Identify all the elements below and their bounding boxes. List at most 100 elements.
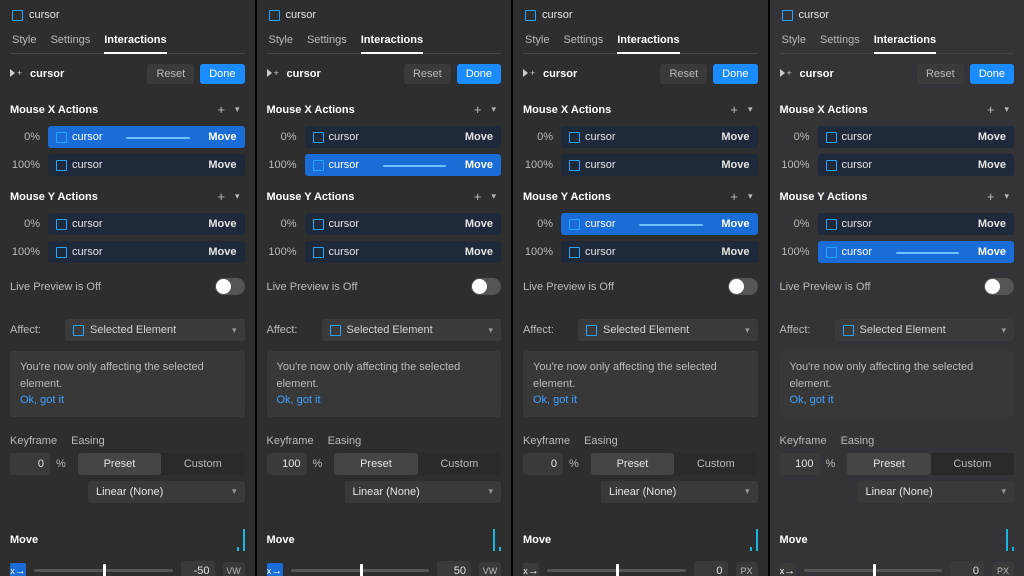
easing-segment[interactable]: PresetCustom: [591, 453, 758, 475]
axis-x-icon[interactable]: x→: [267, 563, 283, 576]
easing-segment[interactable]: PresetCustom: [78, 453, 245, 475]
action-item[interactable]: cursorMove: [48, 154, 245, 176]
keyframe-input[interactable]: 0: [10, 453, 50, 475]
tab-style[interactable]: Style: [525, 28, 549, 53]
chevron-down-icon[interactable]: ▾: [999, 191, 1014, 202]
axis-x-value[interactable]: -50: [181, 561, 215, 576]
done-button[interactable]: Done: [457, 64, 501, 84]
keyframe-percent[interactable]: 100%: [523, 246, 553, 258]
reset-button[interactable]: Reset: [660, 64, 707, 84]
tab-style[interactable]: Style: [269, 28, 293, 53]
axis-x-unit[interactable]: PX: [992, 562, 1014, 576]
preset-option[interactable]: Preset: [78, 453, 161, 475]
affect-select[interactable]: Selected Element▾: [578, 319, 758, 341]
keyframe-percent[interactable]: 0%: [780, 218, 810, 230]
preset-option[interactable]: Preset: [847, 453, 930, 475]
keyframe-input[interactable]: 100: [267, 453, 307, 475]
tab-style[interactable]: Style: [12, 28, 36, 53]
live-preview-toggle[interactable]: [984, 278, 1014, 295]
tab-interactions[interactable]: Interactions: [617, 28, 679, 54]
tab-settings[interactable]: Settings: [820, 28, 860, 53]
keyframe-percent[interactable]: 100%: [267, 246, 297, 258]
axis-x-unit[interactable]: VW: [479, 562, 501, 576]
action-item[interactable]: cursorMove: [305, 241, 502, 263]
custom-option[interactable]: Custom: [161, 453, 244, 475]
dismiss-note-link[interactable]: Ok, got it: [20, 394, 64, 406]
chevron-down-icon[interactable]: ▾: [230, 191, 245, 202]
action-item[interactable]: cursorMove: [561, 213, 758, 235]
keyframe-percent[interactable]: 100%: [523, 159, 553, 171]
axis-x-icon[interactable]: x→: [10, 563, 26, 576]
axis-x-value[interactable]: 0: [950, 561, 984, 576]
live-preview-toggle[interactable]: [215, 278, 245, 295]
axis-x-icon[interactable]: x→: [523, 563, 539, 576]
keyframe-input[interactable]: 100: [780, 453, 820, 475]
easing-segment[interactable]: PresetCustom: [847, 453, 1014, 475]
done-button[interactable]: Done: [970, 64, 1014, 84]
axis-x-unit[interactable]: PX: [736, 562, 758, 576]
preset-option[interactable]: Preset: [591, 453, 674, 475]
live-preview-toggle[interactable]: [728, 278, 758, 295]
tab-interactions[interactable]: Interactions: [874, 28, 936, 54]
add-action-icon[interactable]: +: [212, 189, 230, 204]
add-action-icon[interactable]: +: [212, 102, 230, 117]
keyframe-percent[interactable]: 0%: [10, 131, 40, 143]
add-action-icon[interactable]: +: [725, 189, 743, 204]
keyframe-percent[interactable]: 100%: [267, 159, 297, 171]
easing-segment[interactable]: PresetCustom: [334, 453, 501, 475]
keyframe-percent[interactable]: 100%: [780, 159, 810, 171]
chevron-down-icon[interactable]: ▾: [486, 191, 501, 202]
custom-option[interactable]: Custom: [674, 453, 757, 475]
axis-x-unit[interactable]: VW: [223, 562, 245, 576]
keyframe-percent[interactable]: 100%: [10, 159, 40, 171]
axis-x-slider[interactable]: [547, 569, 686, 572]
easing-select[interactable]: Linear (None)▾: [345, 481, 502, 503]
action-item[interactable]: cursorMove: [48, 213, 245, 235]
axis-x-value[interactable]: 0: [694, 561, 728, 576]
live-preview-toggle[interactable]: [471, 278, 501, 295]
done-button[interactable]: Done: [200, 64, 244, 84]
axis-x-icon[interactable]: x→: [780, 563, 796, 576]
tab-settings[interactable]: Settings: [307, 28, 347, 53]
add-action-icon[interactable]: +: [982, 102, 1000, 117]
action-item[interactable]: cursorMove: [305, 154, 502, 176]
tab-interactions[interactable]: Interactions: [104, 28, 166, 54]
custom-option[interactable]: Custom: [418, 453, 501, 475]
add-action-icon[interactable]: +: [469, 102, 487, 117]
keyframe-percent[interactable]: 0%: [267, 218, 297, 230]
easing-select[interactable]: Linear (None)▾: [88, 481, 245, 503]
axis-x-value[interactable]: 50: [437, 561, 471, 576]
action-item[interactable]: cursorMove: [48, 126, 245, 148]
dismiss-note-link[interactable]: Ok, got it: [277, 394, 321, 406]
easing-select[interactable]: Linear (None)▾: [858, 481, 1015, 503]
dismiss-note-link[interactable]: Ok, got it: [790, 394, 834, 406]
affect-select[interactable]: Selected Element▾: [835, 319, 1015, 341]
tab-interactions[interactable]: Interactions: [361, 28, 423, 54]
preset-option[interactable]: Preset: [334, 453, 417, 475]
keyframe-percent[interactable]: 0%: [267, 131, 297, 143]
axis-x-slider[interactable]: [34, 569, 173, 572]
axis-x-slider[interactable]: [291, 569, 430, 572]
action-item[interactable]: cursorMove: [818, 126, 1015, 148]
keyframe-percent[interactable]: 0%: [523, 131, 553, 143]
reset-button[interactable]: Reset: [404, 64, 451, 84]
done-button[interactable]: Done: [713, 64, 757, 84]
add-action-icon[interactable]: +: [725, 102, 743, 117]
dismiss-note-link[interactable]: Ok, got it: [533, 394, 577, 406]
keyframe-percent[interactable]: 0%: [523, 218, 553, 230]
easing-select[interactable]: Linear (None)▾: [601, 481, 758, 503]
custom-option[interactable]: Custom: [931, 453, 1014, 475]
keyframe-input[interactable]: 0: [523, 453, 563, 475]
action-item[interactable]: cursorMove: [818, 154, 1015, 176]
chevron-down-icon[interactable]: ▾: [743, 191, 758, 202]
action-item[interactable]: cursorMove: [818, 241, 1015, 263]
tab-style[interactable]: Style: [782, 28, 806, 53]
action-item[interactable]: cursorMove: [48, 241, 245, 263]
keyframe-percent[interactable]: 0%: [10, 218, 40, 230]
chevron-down-icon[interactable]: ▾: [999, 104, 1014, 115]
tab-settings[interactable]: Settings: [563, 28, 603, 53]
action-item[interactable]: cursorMove: [305, 213, 502, 235]
action-item[interactable]: cursorMove: [818, 213, 1015, 235]
reset-button[interactable]: Reset: [147, 64, 194, 84]
tab-settings[interactable]: Settings: [50, 28, 90, 53]
